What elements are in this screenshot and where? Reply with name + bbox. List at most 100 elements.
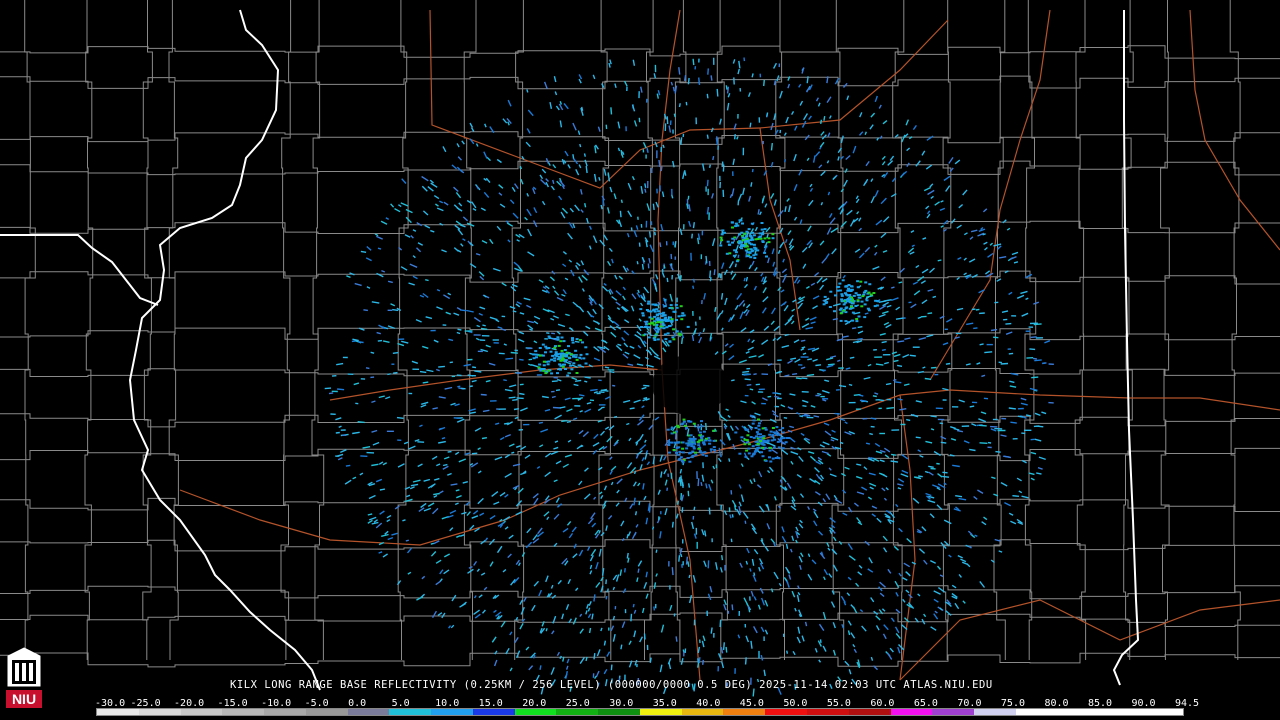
echo-mark xyxy=(990,328,998,332)
echo-cell xyxy=(572,362,576,365)
echo-cell xyxy=(685,427,688,429)
echo-mark xyxy=(730,314,736,321)
echo-mark xyxy=(847,576,852,581)
echo-cell xyxy=(839,307,843,310)
echo-mark xyxy=(545,575,549,583)
echo-mark xyxy=(895,306,901,311)
echo-mark xyxy=(828,213,833,218)
highway-line xyxy=(657,9,701,681)
echo-mark xyxy=(813,520,818,527)
echo-mark xyxy=(809,316,817,321)
echo-mark xyxy=(578,394,585,397)
echo-mark xyxy=(422,210,429,216)
echo-mark xyxy=(471,379,477,383)
echo-mark xyxy=(928,465,934,468)
echo-cell xyxy=(712,429,716,432)
echo-mark xyxy=(538,589,543,597)
echo-mark xyxy=(556,378,562,382)
echo-mark xyxy=(606,435,613,443)
echo-mark xyxy=(622,295,626,301)
echo-mark xyxy=(891,297,899,302)
echo-mark xyxy=(761,307,767,314)
echo-mark xyxy=(871,505,878,510)
echo-cell xyxy=(550,358,554,361)
echo-mark xyxy=(681,494,685,502)
echo-mark xyxy=(721,661,725,669)
echo-mark xyxy=(933,613,939,620)
echo-cell xyxy=(762,437,766,440)
county-line xyxy=(24,0,36,660)
echo-mark xyxy=(1004,501,1012,507)
echo-cell xyxy=(750,238,754,241)
echo-mark xyxy=(773,496,777,501)
echo-mark xyxy=(966,563,971,568)
echo-mark xyxy=(767,395,772,398)
echo-mark xyxy=(891,351,898,355)
echo-cell xyxy=(864,281,868,284)
echo-mark xyxy=(882,633,887,640)
echo-cell xyxy=(542,360,546,363)
echo-mark xyxy=(815,97,820,102)
echo-cell xyxy=(563,349,567,351)
echo-mark xyxy=(662,455,667,461)
echo-mark xyxy=(559,655,563,660)
echo-mark xyxy=(1033,301,1040,305)
echo-mark xyxy=(929,267,935,274)
echo-mark xyxy=(787,230,792,236)
echo-mark xyxy=(942,387,949,391)
echo-mark xyxy=(483,151,488,159)
echo-mark xyxy=(352,476,357,480)
echo-mark xyxy=(449,527,454,532)
echo-mark xyxy=(829,473,837,478)
county-line xyxy=(0,160,1280,176)
echo-cell xyxy=(696,440,700,443)
echo-mark xyxy=(903,383,910,386)
echo-mark xyxy=(572,122,577,131)
echo-mark xyxy=(746,384,752,386)
echo-mark xyxy=(623,399,631,403)
echo-mark xyxy=(593,594,596,602)
echo-mark xyxy=(519,392,525,396)
echo-mark xyxy=(442,463,448,467)
echo-mark xyxy=(324,387,332,390)
echo-mark xyxy=(659,242,662,248)
echo-cell xyxy=(758,422,761,425)
echo-mark xyxy=(846,592,851,597)
echo-cell xyxy=(840,293,844,296)
echo-cell xyxy=(774,432,777,435)
echo-mark xyxy=(338,425,342,429)
echo-mark xyxy=(869,482,877,487)
echo-cell xyxy=(702,441,706,444)
echo-mark xyxy=(562,289,567,295)
echo-mark xyxy=(575,264,580,270)
echo-mark xyxy=(786,482,792,489)
echo-mark xyxy=(644,439,647,443)
echo-cell xyxy=(568,357,572,360)
echo-mark xyxy=(344,479,352,485)
echo-mark xyxy=(882,216,890,223)
echo-mark xyxy=(512,398,518,401)
echo-cell xyxy=(840,300,844,303)
echo-mark xyxy=(1011,251,1019,256)
echo-mark xyxy=(536,466,541,469)
echo-mark xyxy=(545,178,550,182)
echo-mark xyxy=(767,470,771,474)
echo-mark xyxy=(631,175,635,181)
echo-mark xyxy=(623,330,630,336)
echo-mark xyxy=(725,408,729,411)
echo-mark xyxy=(887,568,892,574)
echo-mark xyxy=(559,101,563,105)
echo-mark xyxy=(783,304,789,312)
echo-mark xyxy=(524,216,528,221)
echo-mark xyxy=(555,389,561,392)
echo-cell xyxy=(641,314,645,317)
echo-mark xyxy=(790,451,799,455)
echo-mark xyxy=(637,482,641,487)
echo-cell xyxy=(654,303,658,306)
echo-mark xyxy=(864,131,867,135)
echo-mark xyxy=(744,657,747,665)
echo-mark xyxy=(1000,434,1007,437)
echo-cell xyxy=(828,306,832,308)
echo-mark xyxy=(451,164,458,170)
echo-mark xyxy=(791,590,796,598)
